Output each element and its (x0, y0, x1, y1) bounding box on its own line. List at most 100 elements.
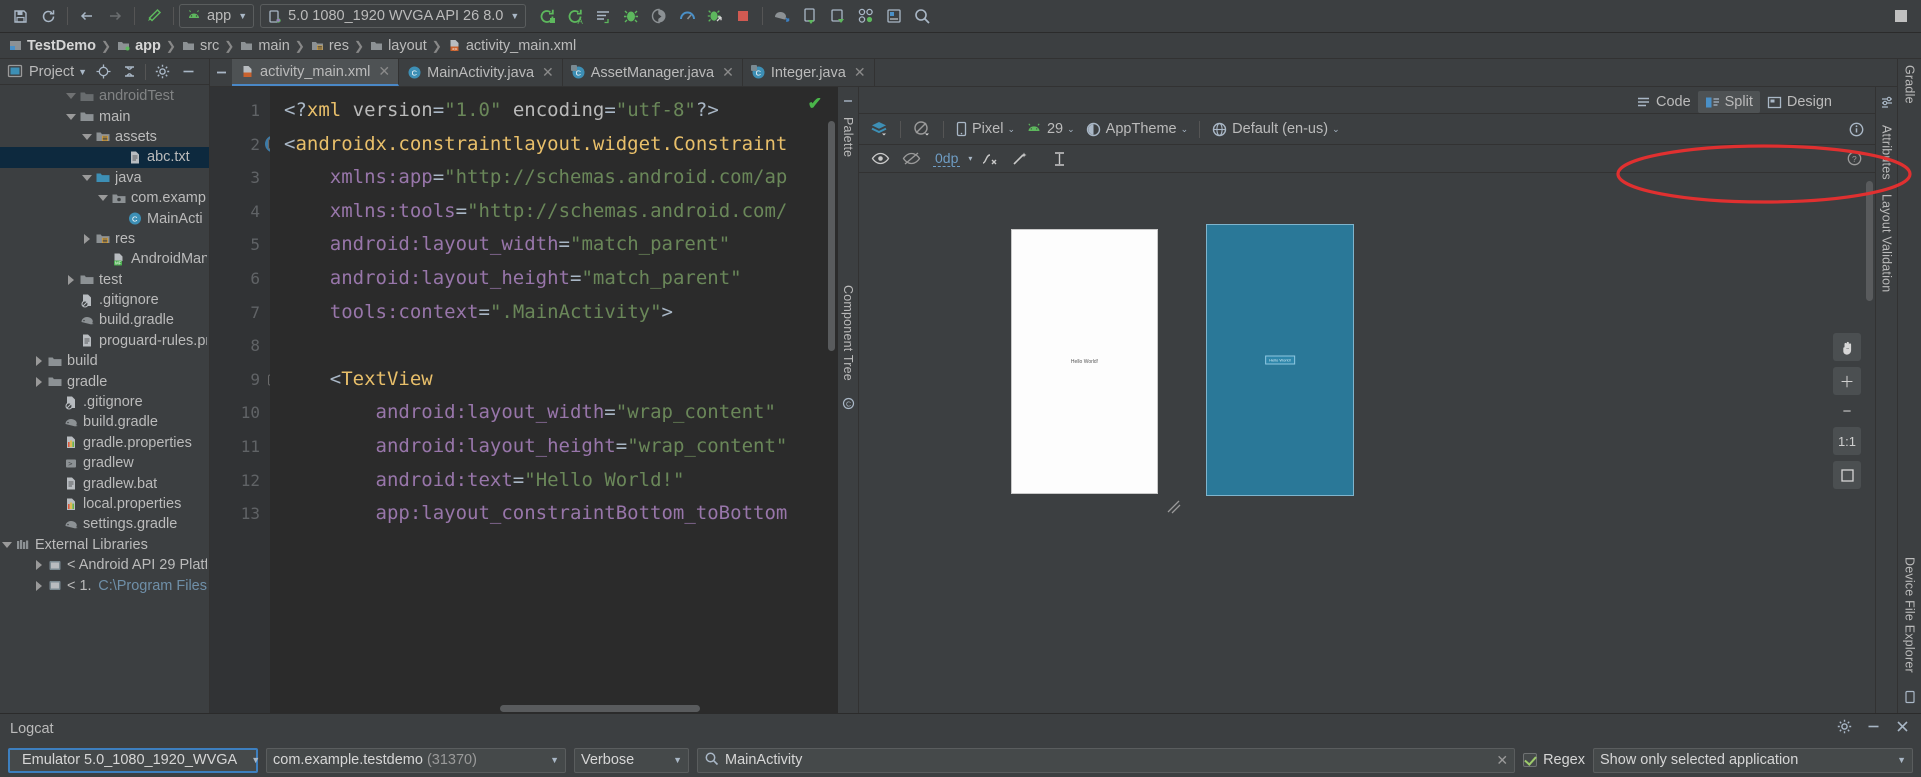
gradle-tab-label[interactable]: Gradle (1903, 65, 1917, 104)
default-margin-value[interactable]: 0dp (933, 150, 961, 167)
code-line[interactable]: android:layout_height="match_parent" (270, 262, 838, 296)
tree-item-gradlew-bat[interactable]: gradlew.bat (0, 473, 209, 493)
tab-mainactivity-java[interactable]: C MainActivity.java ✕ (399, 59, 563, 86)
breadcrumb-item-layout[interactable]: layout (369, 38, 427, 54)
avd-manager-icon[interactable] (797, 4, 823, 28)
tree-item-abc-txt[interactable]: abc.txt (0, 147, 209, 168)
tab-integer-java[interactable]: C Integer.java ✕ (743, 59, 875, 86)
component-tree-icon[interactable]: C (840, 395, 856, 411)
breadcrumb-item-testdemo[interactable]: TestDemo (8, 38, 96, 54)
attributes-tab-label[interactable]: Attributes (1880, 125, 1894, 180)
tree-item-res[interactable]: res (0, 229, 209, 249)
breadcrumb-item-file[interactable]: <> activity_main.xml (447, 38, 576, 54)
chevron-down-icon[interactable] (0, 541, 14, 548)
zoom-ratio-button[interactable]: 1:1 (1833, 427, 1861, 455)
pan-icon[interactable] (1833, 333, 1861, 361)
code-area[interactable]: <?xml version="1.0" encoding="utf-8"?> <a… (270, 87, 838, 713)
tabs-collapse-icon[interactable] (210, 59, 232, 86)
close-icon[interactable]: ✕ (542, 64, 554, 81)
tree-item-gradle[interactable]: gradle (0, 371, 209, 391)
code-line[interactable]: app:layout_constraintBottom_toBottom (270, 497, 838, 531)
logcat-filter-selector[interactable]: Show only selected application ▼ (1593, 747, 1913, 773)
tree-item-external-libraries[interactable]: External Libraries (0, 535, 209, 555)
logcat-regex-checkbox[interactable]: Regex (1523, 752, 1585, 768)
code-line[interactable]: android:text="Hello World!" (270, 464, 838, 498)
avd-extra-icon[interactable] (853, 4, 879, 28)
code-line[interactable]: xmlns:app="http://schemas.android.com/ap (270, 161, 838, 195)
layout-inspector-icon[interactable] (881, 4, 907, 28)
tree-item-gitignore[interactable]: .gitignore (0, 392, 209, 412)
layout-validation-tab-label[interactable]: Layout Validation (1880, 194, 1894, 292)
chevron-down-icon[interactable]: ▾ (968, 154, 972, 163)
orientation-button[interactable] (908, 120, 936, 138)
tree-item-com-examp[interactable]: com.examp (0, 188, 209, 208)
search-everywhere-icon[interactable] (909, 4, 935, 28)
design-surface-mode-button[interactable] (865, 120, 893, 138)
tree-item-build[interactable]: build (0, 351, 209, 371)
blueprint-textview-widget[interactable]: Hello World! (1265, 355, 1295, 365)
mode-split-button[interactable]: Split (1697, 91, 1760, 113)
chevron-right-icon[interactable] (32, 356, 46, 367)
window-restore-icon[interactable] (1888, 4, 1914, 28)
breadcrumb-item-res[interactable]: res (310, 38, 349, 54)
palette-tab-label[interactable]: Palette (841, 117, 855, 157)
settings-gear-icon[interactable] (1836, 718, 1853, 739)
chevron-right-icon[interactable] (80, 233, 94, 244)
tree-item-build-gradle[interactable]: build.gradle (0, 412, 209, 432)
tree-item-settings-gradle[interactable]: settings.gradle (0, 514, 209, 534)
tree-item-build-gradle[interactable]: build.gradle (0, 310, 209, 330)
build-hammer-icon[interactable] (141, 4, 167, 28)
locate-icon[interactable] (93, 62, 113, 82)
debug-attach-icon[interactable] (646, 4, 672, 28)
sync-icon[interactable] (35, 4, 61, 28)
sync-gradle-icon[interactable] (769, 4, 795, 28)
preview-render-surface[interactable]: Hello World! (1011, 229, 1158, 494)
logcat-process-selector[interactable]: com.example.testdemo (31370) ▼ (266, 747, 566, 773)
close-icon[interactable] (1894, 718, 1911, 739)
debug-icon[interactable] (618, 4, 644, 28)
clear-icon[interactable]: ✕ (1496, 752, 1508, 769)
tree-item-gradlew[interactable]: > gradlew (0, 453, 209, 473)
logcat-search-input[interactable]: MainActivity ✕ (697, 747, 1516, 773)
tab-activity-main-xml[interactable]: activity_main.xml ✕ (232, 59, 400, 86)
code-vertical-scrollbar[interactable] (825, 87, 838, 713)
close-icon[interactable]: ✕ (854, 64, 866, 81)
inspection-ok-icon[interactable]: ✔ (808, 94, 822, 114)
sdk-manager-icon[interactable] (825, 4, 851, 28)
chevron-right-icon[interactable] (32, 580, 46, 591)
code-line[interactable]: android:layout_height="wrap_content" (270, 430, 838, 464)
breadcrumb-item-src[interactable]: src (181, 38, 219, 54)
minimize-icon[interactable] (1865, 718, 1882, 739)
tree-item-proguard-rules-pro[interactable]: proguard-rules.pro (0, 331, 209, 351)
checkbox-box[interactable] (1523, 753, 1538, 767)
chevron-down-icon[interactable] (80, 133, 94, 140)
breadcrumb-item-app[interactable]: app (116, 38, 161, 54)
settings-gear-icon[interactable] (152, 62, 172, 82)
design-canvas[interactable]: Hello World! Hello World! ＋ − 1:1 (859, 173, 1875, 713)
chevron-down-icon[interactable] (64, 113, 78, 120)
chevron-down-icon[interactable] (64, 93, 78, 100)
close-icon[interactable]: ✕ (378, 63, 390, 80)
profiler-icon[interactable] (674, 4, 700, 28)
blueprint-render-surface[interactable]: Hello World! (1206, 224, 1354, 496)
zoom-fit-icon[interactable] (1833, 461, 1861, 489)
device-chip[interactable]: Pixel ⌄ (951, 121, 1019, 137)
theme-chip[interactable]: AppTheme ⌄ (1081, 121, 1192, 138)
code-line[interactable]: tools:context=".MainActivity"> (270, 296, 838, 330)
tree-item-assets[interactable]: assets (0, 127, 209, 147)
run-icon[interactable] (534, 4, 560, 28)
clear-constraints-button[interactable] (976, 151, 1003, 167)
module-selector[interactable]: app ▼ (179, 4, 255, 28)
debug-app-icon[interactable] (702, 4, 728, 28)
tree-item-test[interactable]: test (0, 270, 209, 290)
run-coverage-icon[interactable]: A (562, 4, 588, 28)
code-line[interactable]: android:layout_width="wrap_content" (270, 396, 838, 430)
scrollbar-thumb[interactable] (828, 121, 835, 351)
logcat-title[interactable]: Logcat (10, 721, 54, 737)
infer-constraints-button[interactable] (1007, 151, 1034, 167)
code-line[interactable]: <androidx.constraintlayout.widget.Constr… (270, 128, 838, 162)
project-tree[interactable]: androidTest main assets abc.txt java com.exam… (0, 85, 209, 713)
code-line[interactable] (270, 329, 838, 363)
scrollbar-thumb[interactable] (1866, 181, 1873, 301)
tree-item-mainacti[interactable]: C MainActi (0, 208, 209, 228)
